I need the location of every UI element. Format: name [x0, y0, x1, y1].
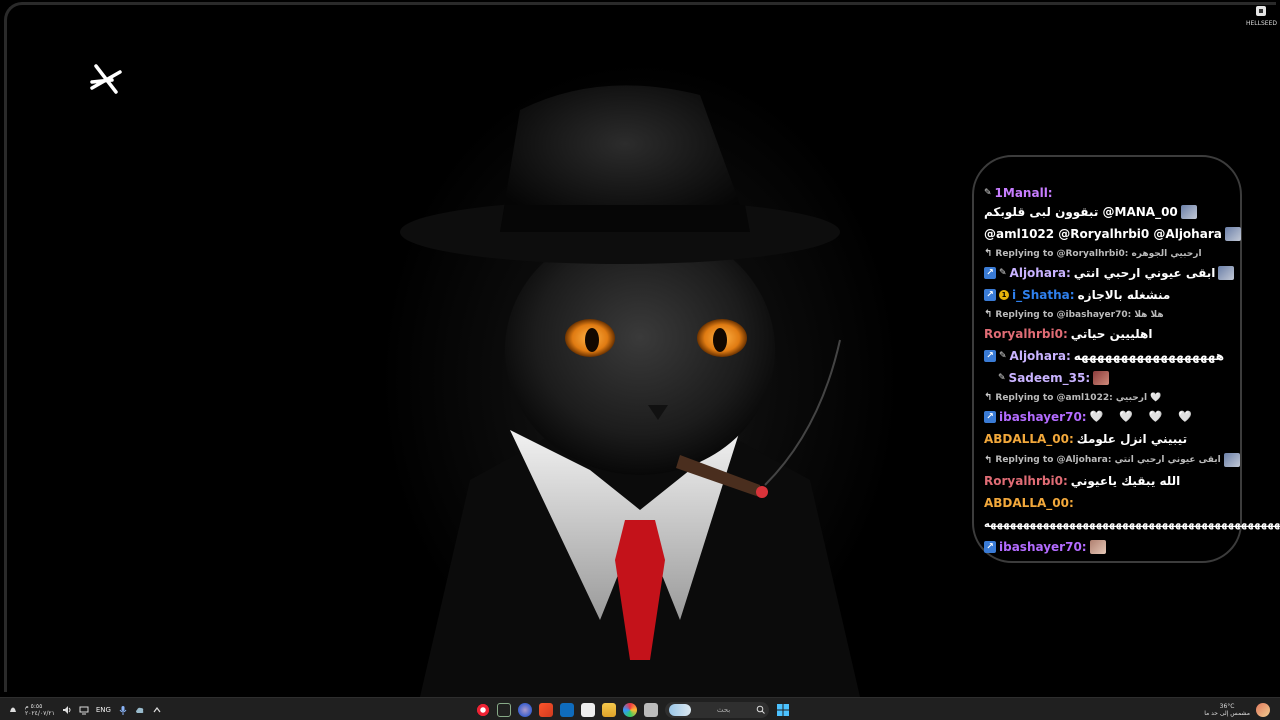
chat-reply-line: ↰ Replying to @Roryalhrbi0: ارحبيي الجوهر…: [984, 248, 1242, 259]
chat-message: هههههههههههههههههههههههههههههههههههههههه…: [984, 517, 1280, 533]
cloud-icon[interactable]: [135, 705, 145, 715]
chat-message: ↗ ✎ Aljohara: ههههههههههههههههههه: [984, 348, 1242, 364]
store-icon[interactable]: [581, 702, 595, 717]
weather-temp: 36°C: [1219, 702, 1235, 710]
chat-username[interactable]: i_Shatha:: [1012, 287, 1075, 303]
language-indicator[interactable]: ENG: [96, 706, 111, 714]
reply-arrow-icon: ↰: [984, 454, 993, 466]
reply-arrow-icon: ↰: [984, 248, 993, 259]
subscriber-badge-icon: ↗: [984, 411, 996, 423]
brave-browser-icon[interactable]: [539, 702, 553, 717]
clock-date: ٢٠٢٤/٠٧/٢١: [25, 709, 55, 717]
emote-icon: [1223, 453, 1240, 467]
chat-username[interactable]: ibashayer70:: [999, 539, 1087, 555]
outlook-icon[interactable]: [560, 702, 574, 717]
brand-logo-icon: [90, 64, 122, 94]
file-explorer-icon[interactable]: [602, 702, 616, 717]
chat-message-list[interactable]: ✎ 1Manall: تبقوون لبى قلوبكم @MANA_00 @aml1…: [984, 185, 1280, 561]
chat-message-text: @aml1022 @Roryalhrbi0 @Aljohara: [984, 227, 1222, 241]
chevron-up-icon[interactable]: [152, 705, 162, 715]
emote-icon: [1180, 205, 1197, 219]
reply-text: Replying to @Roryalhrbi0: ارحبيي الجوهره: [995, 248, 1202, 259]
chat-username[interactable]: ibashayer70:: [999, 409, 1087, 425]
chat-app-icon[interactable]: [518, 702, 532, 717]
chat-reply-line: ↰ Replying to @ibashayer70: هلا هلا: [984, 309, 1242, 320]
chat-message-text: ههههههههههههههههههه: [1073, 349, 1225, 363]
screen-recorder-icon[interactable]: [476, 702, 490, 717]
pin-icon: ✎: [999, 268, 1007, 278]
search-placeholder: بحث: [716, 705, 731, 714]
subscriber-badge-icon: ↗: [984, 350, 996, 362]
pin-icon: ✎: [984, 188, 992, 198]
chat-message-text: 🤍 🤍 🤍 🤍: [1089, 410, 1198, 423]
notepad-icon[interactable]: [644, 702, 658, 717]
taskbar: ٥:٥٥ م ٢٠٢٤/٠٧/٢١ ENG بحث 36°C مشمس إلى …: [0, 697, 1280, 720]
system-tray: ٥:٥٥ م ٢٠٢٤/٠٧/٢١ ENG: [8, 700, 162, 719]
coin-badge-icon: 1: [999, 290, 1009, 300]
taskbar-search[interactable]: بحث: [665, 701, 769, 718]
chat-message: ↗ ibashayer70: 🤍 🤍 🤍 🤍: [984, 409, 1242, 425]
reply-text: Replying to @Aljohara: ابقى عيوني ارحبي …: [995, 455, 1221, 465]
terminal-app-icon[interactable]: [497, 702, 511, 717]
pin-icon: ✎: [999, 351, 1007, 361]
chat-message-text: تبقوون لبى قلوبكم @MANA_00: [984, 205, 1178, 219]
reply-text: Replying to @aml1022: ارحبيي 🤍: [995, 392, 1162, 403]
chat-reply-line: ↰ Replying to @aml1022: ارحبيي 🤍: [984, 392, 1242, 403]
chat-message: Roryalhrbi0: اهلييين حياتي: [984, 326, 1242, 342]
system-clock[interactable]: ٥:٥٥ م ٢٠٢٤/٠٧/٢١: [25, 703, 55, 717]
chat-message: ✎ Sadeem_35:: [984, 370, 1242, 386]
chat-message: ✎ 1Manall: تبقوون لبى قلوبكم @MANA_00: [984, 185, 1242, 220]
weather-info: 36°C مشمس إلى حد ما: [1204, 703, 1250, 717]
chat-message: ABDALLA_00:: [984, 495, 1242, 511]
subscriber-badge-icon: ↗: [984, 267, 996, 279]
chat-message: ↗ 1 i_Shatha: منشغله بالاجازه: [984, 287, 1242, 303]
microphone-icon[interactable]: [118, 705, 128, 715]
weather-text: مشمس إلى حد ما: [1204, 709, 1250, 717]
chat-message-text: منشغله بالاجازه: [1077, 288, 1171, 302]
reply-arrow-icon: ↰: [984, 392, 993, 403]
display-icon[interactable]: [79, 705, 89, 715]
chat-message: ABDALLA_00: تيبيني انزل علومك: [984, 431, 1242, 447]
chat-message-text: هههههههههههههههههههههههههههههههههههههههه…: [984, 519, 1280, 530]
desktop-shortcut-hellseed[interactable]: HELLSEED: [1246, 4, 1277, 27]
chat-username[interactable]: Aljohara:: [1010, 348, 1071, 364]
chat-message: @aml1022 @Roryalhrbi0 @Aljohara: [984, 226, 1242, 242]
search-highlight-icon: [669, 703, 691, 716]
chat-message-text: اهلييين حياتي: [1070, 327, 1153, 341]
chat-message: ↗ ibashayer70:: [984, 539, 1242, 555]
chrome-icon[interactable]: [623, 702, 637, 717]
emote-icon: [1093, 371, 1110, 385]
reply-text: Replying to @ibashayer70: هلا هلا: [995, 309, 1164, 320]
chat-message: ↗ ✎ Aljohara: ابقى عيوني ارحبي انتي: [984, 265, 1242, 281]
chat-username[interactable]: Sadeem_35:: [1009, 370, 1091, 386]
chat-username[interactable]: ABDALLA_00:: [984, 431, 1074, 447]
chat-message: Roryalhrbi0: الله يبقيك ياعيوني: [984, 473, 1242, 489]
chat-username[interactable]: ABDALLA_00:: [984, 495, 1074, 511]
emote-icon: [1218, 266, 1235, 280]
chat-username[interactable]: Aljohara:: [1010, 265, 1071, 281]
notification-icon[interactable]: [8, 705, 18, 715]
taskbar-apps: بحث: [476, 700, 790, 719]
windows-start-icon[interactable]: [776, 703, 790, 717]
reply-arrow-icon: ↰: [984, 309, 993, 320]
chat-username[interactable]: Roryalhrbi0:: [984, 326, 1068, 342]
search-icon: [756, 705, 765, 714]
chat-username[interactable]: 1Manall:: [995, 185, 1053, 201]
weather-widget[interactable]: 36°C مشمس إلى حد ما: [1204, 700, 1270, 719]
weather-sun-icon: [1256, 702, 1270, 717]
emote-icon: [1224, 227, 1241, 241]
emote-icon: [1089, 540, 1106, 554]
chat-message-text: ابقى عيوني ارحبي انتي: [1073, 266, 1216, 280]
chat-username[interactable]: Roryalhrbi0:: [984, 473, 1068, 489]
chat-message-text: تيبيني انزل علومك: [1076, 432, 1188, 446]
clock-time: ٥:٥٥ م: [25, 702, 43, 710]
subscriber-badge-icon: ↗: [984, 541, 996, 553]
chat-reply-line: ↰ Replying to @Aljohara: ابقى عيوني ارحبي…: [984, 453, 1242, 467]
shortcut-label: HELLSEED: [1246, 20, 1277, 27]
volume-icon[interactable]: [62, 705, 72, 715]
pin-icon: ✎: [998, 373, 1006, 383]
subscriber-badge-icon: ↗: [984, 289, 996, 301]
app-shortcut-icon: [1256, 6, 1266, 16]
chat-message-text: الله يبقيك ياعيوني: [1070, 474, 1181, 488]
